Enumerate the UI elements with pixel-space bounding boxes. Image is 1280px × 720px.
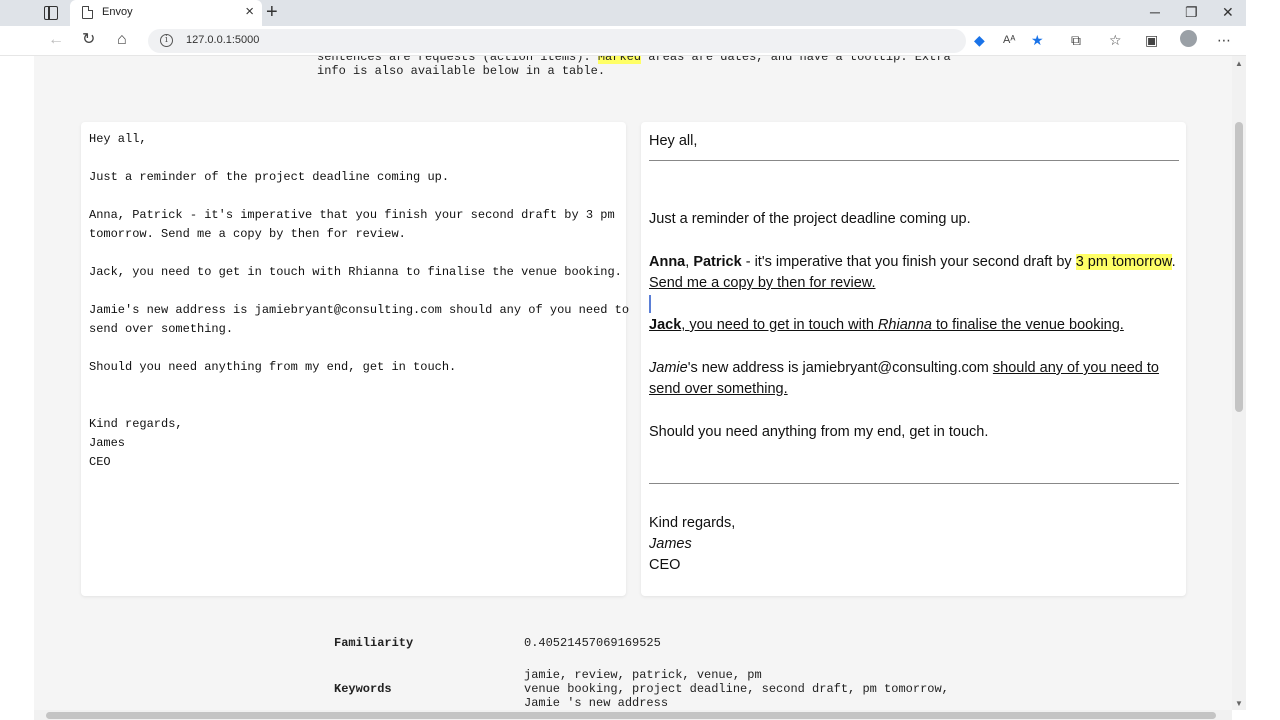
email-reminder: Just a reminder of the project deadline … [649, 211, 971, 227]
tab-envoy[interactable]: Envoy × [70, 0, 262, 26]
email-greeting: Hey all, [649, 133, 698, 149]
horizontal-scroll-thumb[interactable] [46, 712, 1216, 719]
person-anna: Anna [649, 254, 686, 270]
page-favicon-icon [82, 6, 93, 19]
vertical-scroll-thumb[interactable] [1235, 122, 1243, 412]
right-margin [1246, 0, 1280, 720]
shopping-tag-icon[interactable]: ◆ [974, 31, 985, 49]
person-jamie: Jamie [649, 360, 688, 376]
action-item-send-copy: Send me a copy by then for review. [649, 275, 876, 291]
scroll-up-icon[interactable]: ▲ [1235, 59, 1243, 68]
minimize-icon[interactable]: ─ [1150, 3, 1160, 21]
site-info-icon[interactable]: i [160, 34, 173, 47]
vertical-scrollbar[interactable]: ▲ ▼ [1232, 56, 1246, 710]
back-icon[interactable]: ← [48, 30, 64, 50]
annotated-email: Hey all, Just a reminder of the project … [649, 130, 1179, 576]
address-url[interactable]: 127.0.0.1:5000 [186, 34, 259, 46]
new-tab-icon[interactable]: + [266, 1, 278, 23]
raw-email-panel[interactable]: Hey all, Just a reminder of the project … [81, 122, 629, 596]
person-jack: Jack [649, 317, 682, 333]
intro-text: sentences are requests (action items). M… [317, 56, 957, 78]
read-aloud-icon[interactable]: Aᴬ [1003, 31, 1015, 49]
intro-line2: info is also available below in a table. [317, 64, 606, 78]
action-item-venue: Jack, you need to get in touch with Rhia… [649, 317, 1124, 333]
intro-marked-word: Marked [597, 56, 642, 64]
person-rhianna: Rhianna [877, 317, 932, 333]
familiarity-label: Familiarity [334, 636, 414, 650]
email-paragraph-deadline: Anna, Patrick - it's imperative that you… [649, 252, 1179, 315]
favorites-icon[interactable]: ☆ [1109, 31, 1122, 49]
close-window-icon[interactable]: ✕ [1222, 3, 1234, 21]
intro-line1-a: sentences are requests (action items). [317, 56, 598, 64]
keywords-value: jamie, review, patrick, venue, pm venue … [524, 668, 949, 710]
tab-actions-icon[interactable] [44, 6, 58, 20]
scroll-down-icon[interactable]: ▼ [1235, 699, 1243, 708]
tab-bar: Envoy × + ─ ❐ ✕ [0, 0, 1280, 26]
address-bar[interactable]: i 127.0.0.1:5000 [148, 29, 966, 53]
extensions-icon[interactable]: ⧉ [1071, 31, 1081, 49]
email-signoff: Kind regards, [649, 515, 736, 531]
left-margin [0, 56, 34, 720]
collections-icon[interactable]: ▣ [1145, 31, 1158, 49]
annotated-email-panel: Hey all, Just a reminder of the project … [641, 122, 1186, 596]
close-tab-icon[interactable]: × [245, 3, 254, 21]
familiarity-value: 0.40521457069169525 [524, 636, 661, 650]
restore-icon[interactable]: ❐ [1185, 3, 1198, 21]
email-sender: James [649, 536, 692, 552]
greeting-divider [649, 160, 1179, 161]
reload-icon[interactable]: ↻ [82, 30, 95, 50]
favorite-star-icon[interactable]: ★ [1031, 31, 1044, 49]
intro-line1-b: areas are dates, and have a tooltip. Ext… [641, 56, 951, 64]
email-sender-title: CEO [649, 557, 681, 573]
more-menu-icon[interactable]: ⋯ [1217, 31, 1231, 49]
page-content: sentences are requests (action items). M… [34, 56, 1232, 710]
person-patrick: Patrick [693, 254, 742, 270]
email-closing-line: Should you need anything from my end, ge… [649, 424, 989, 440]
email-paragraph-address: Jamie's new address is jamiebryant@consu… [649, 360, 1159, 397]
keywords-label: Keywords [334, 682, 392, 696]
horizontal-scrollbar[interactable] [34, 710, 1232, 720]
tab-title: Envoy [102, 6, 133, 18]
signature-divider [649, 483, 1179, 484]
browser-toolbar: ← ↻ ⌂ i 127.0.0.1:5000 ◆ Aᴬ ★ ⧉ ☆ ▣ ⋯ [0, 26, 1280, 56]
profile-avatar[interactable] [1180, 30, 1197, 47]
text-caret [649, 295, 651, 314]
date-highlight[interactable]: 3 pm tomorrow [1075, 254, 1172, 270]
home-icon[interactable]: ⌂ [117, 30, 127, 50]
raw-email-text[interactable]: Hey all, Just a reminder of the project … [89, 130, 629, 472]
